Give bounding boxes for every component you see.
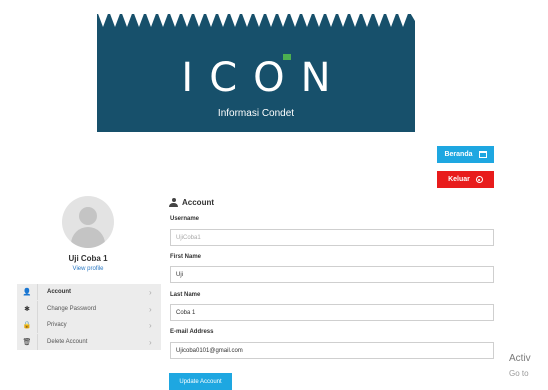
home-icon	[478, 151, 487, 158]
username-field[interactable]: UjiCoba1	[170, 229, 494, 246]
site-banner: ICON Informasi Condet	[97, 11, 415, 132]
first-name-label: First Name	[170, 254, 202, 260]
user-icon	[169, 198, 178, 207]
email-field[interactable]: Ujicoba0101@gmail.com	[170, 342, 494, 359]
menu-item-label: Account	[47, 289, 71, 295]
first-name-value: Uji	[176, 271, 183, 278]
last-name-label: Last Name	[170, 292, 201, 298]
form-title-text: Account	[182, 198, 214, 207]
home-button[interactable]: Beranda	[437, 146, 494, 163]
email-value: Ujicoba0101@gmail.com	[176, 347, 243, 354]
form-title: Account	[169, 198, 214, 207]
chevron-right-icon: ›	[149, 287, 152, 297]
email-label: E-mail Address	[170, 329, 214, 335]
menu-item-label: Privacy	[47, 322, 67, 328]
logout-button[interactable]: Keluar	[437, 171, 494, 188]
menu-item-label: Delete Account	[47, 339, 88, 345]
first-name-field[interactable]: Uji	[170, 266, 494, 283]
avatar-body	[71, 227, 105, 248]
lock-icon: 🔒	[17, 317, 38, 333]
settings-menu: 👤 Account › ✱ Change Password › 🔒 Privac…	[17, 284, 161, 350]
menu-item-account[interactable]: 👤 Account ›	[17, 284, 161, 300]
update-account-button[interactable]: Update Account	[169, 373, 232, 390]
username-label: Username	[170, 216, 200, 222]
last-name-value: Coba 1	[176, 309, 196, 316]
asterisk-icon: ✱	[17, 301, 38, 317]
power-icon	[475, 176, 483, 183]
avatar-head	[79, 207, 97, 225]
menu-item-delete-account[interactable]: 🗑 Delete Account ›	[17, 334, 161, 350]
chevron-right-icon: ›	[149, 337, 152, 347]
banner-decoration	[97, 11, 415, 27]
menu-item-privacy[interactable]: 🔒 Privacy ›	[17, 317, 161, 333]
menu-item-change-password[interactable]: ✱ Change Password ›	[17, 301, 161, 317]
avatar	[62, 196, 114, 248]
profile-name: Uji Coba 1	[68, 254, 108, 263]
chevron-right-icon: ›	[149, 320, 152, 330]
activation-watermark-title: Activ	[509, 353, 531, 364]
last-name-field[interactable]: Coba 1	[170, 304, 494, 321]
user-icon: 👤	[17, 284, 38, 300]
activation-watermark-subtitle: Go to	[509, 369, 529, 378]
logo-text: ICON	[181, 55, 347, 101]
logo-subtitle: Informasi Condet	[217, 108, 295, 119]
menu-item-label: Change Password	[47, 306, 97, 312]
chevron-right-icon: ›	[149, 304, 152, 314]
view-profile-link[interactable]: View profile	[38, 266, 138, 272]
home-button-label: Beranda	[444, 151, 473, 158]
trash-icon: 🗑	[17, 334, 38, 350]
username-value: UjiCoba1	[176, 234, 201, 241]
logout-button-label: Keluar	[448, 176, 470, 183]
